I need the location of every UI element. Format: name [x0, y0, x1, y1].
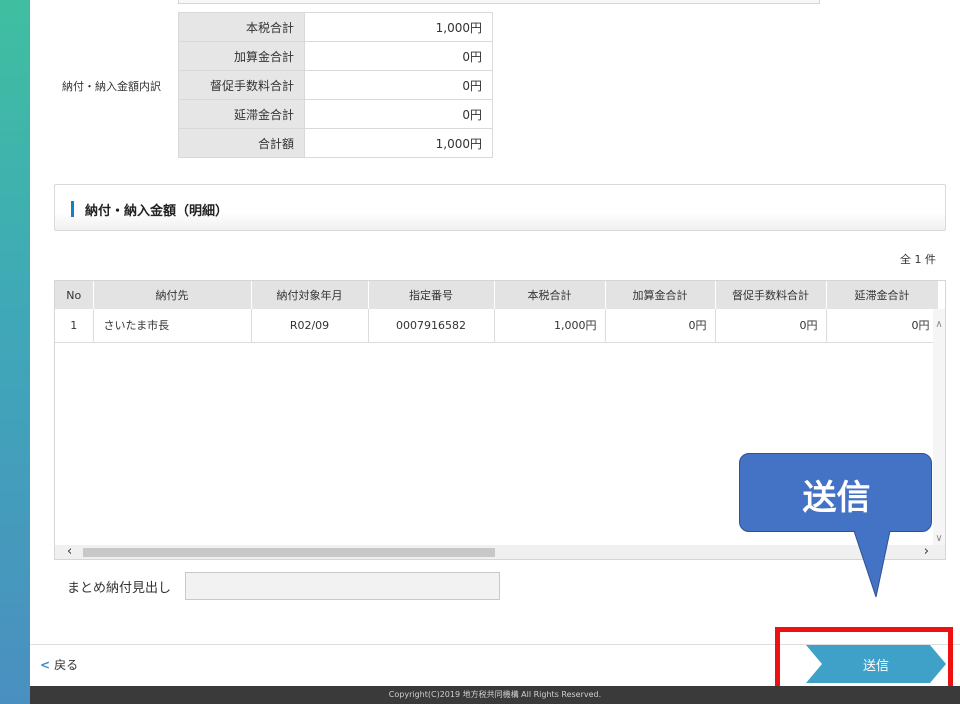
column-header-number[interactable]: 指定番号 — [368, 281, 495, 309]
breakdown-row: 督促手数料合計 0円 — [178, 70, 493, 100]
breakdown-row: 加算金合計 0円 — [178, 41, 493, 71]
cell-period: R02/09 — [251, 309, 369, 343]
cell-number: 0007916582 — [368, 309, 495, 343]
breakdown-value: 0円 — [304, 70, 493, 100]
horizontal-scrollbar[interactable]: ‹ › — [55, 544, 945, 559]
cell-addition: 0円 — [605, 309, 716, 343]
cell-delay: 0円 — [826, 309, 939, 343]
breakdown-value: 1,000円 — [304, 12, 493, 42]
scroll-down-icon[interactable]: ∨ — [934, 533, 944, 545]
breakdown-table: 本税合計 1,000円 加算金合計 0円 督促手数料合計 0円 延滞金合計 0円… — [178, 12, 493, 158]
breakdown-key: 督促手数料合計 — [178, 70, 305, 100]
column-header-fee[interactable]: 督促手数料合計 — [715, 281, 827, 309]
column-header-addition[interactable]: 加算金合計 — [605, 281, 716, 309]
column-header-delay[interactable]: 延滞金合計 — [826, 281, 939, 309]
breakdown-row: 本税合計 1,000円 — [178, 12, 493, 42]
cell-fee: 0円 — [715, 309, 827, 343]
breakdown-value: 0円 — [304, 99, 493, 129]
scroll-up-icon[interactable]: ∧ — [934, 319, 944, 331]
breakdown-key: 本税合計 — [178, 12, 305, 42]
previous-field-edge — [178, 0, 820, 4]
scroll-left-icon[interactable]: ‹ — [67, 544, 72, 559]
summary-heading-label: まとめ納付見出し — [67, 581, 172, 596]
column-header-no[interactable]: No — [55, 281, 94, 309]
details-section-header: 納付・納入金額（明細） — [54, 184, 946, 231]
breakdown-label: 納付・納入金額内訳 — [62, 80, 161, 93]
breakdown-key: 延滞金合計 — [178, 99, 305, 129]
back-label: 戻る — [54, 658, 79, 672]
scroll-right-icon[interactable]: › — [924, 544, 929, 559]
section-marker — [71, 201, 74, 217]
breakdown-key: 加算金合計 — [178, 41, 305, 71]
back-link[interactable]: < 戻る — [40, 656, 78, 673]
breakdown-value: 1,000円 — [304, 128, 493, 158]
copyright: Copyright(C)2019 地方税共同機構 All Rights Rese… — [30, 686, 960, 704]
vertical-scrollbar[interactable]: ∧ ∨ — [933, 309, 945, 547]
breakdown-row: 合計額 1,000円 — [178, 128, 493, 158]
table-row[interactable]: 1 さいたま市長 R02/09 0007916582 1,000円 0円 0円 … — [55, 309, 939, 343]
callout-bubble: 送信 — [739, 453, 932, 532]
callout-text: 送信 — [802, 478, 871, 518]
left-accent-bar — [0, 0, 30, 704]
chevron-left-icon: < — [40, 658, 51, 672]
column-header-tax[interactable]: 本税合計 — [494, 281, 606, 309]
breakdown-value: 0円 — [304, 41, 493, 71]
record-count: 全 1 件 — [900, 253, 936, 266]
horizontal-scroll-thumb[interactable] — [83, 548, 495, 557]
cell-tax: 1,000円 — [494, 309, 606, 343]
details-table: No 納付先 納付対象年月 指定番号 本税合計 加算金合計 督促手数料合計 延滞… — [55, 281, 939, 343]
summary-heading-field[interactable] — [185, 572, 500, 600]
cell-payee: さいたま市長 — [93, 309, 252, 343]
callout-pointer — [853, 531, 891, 598]
column-header-period[interactable]: 納付対象年月 — [251, 281, 369, 309]
breakdown-key: 合計額 — [178, 128, 305, 158]
header-row: No 納付先 納付対象年月 指定番号 本税合計 加算金合計 督促手数料合計 延滞… — [55, 281, 939, 309]
breakdown-row: 延滞金合計 0円 — [178, 99, 493, 129]
column-header-payee[interactable]: 納付先 — [93, 281, 252, 309]
section-title: 納付・納入金額（明細） — [85, 204, 229, 219]
cell-no: 1 — [55, 309, 94, 343]
